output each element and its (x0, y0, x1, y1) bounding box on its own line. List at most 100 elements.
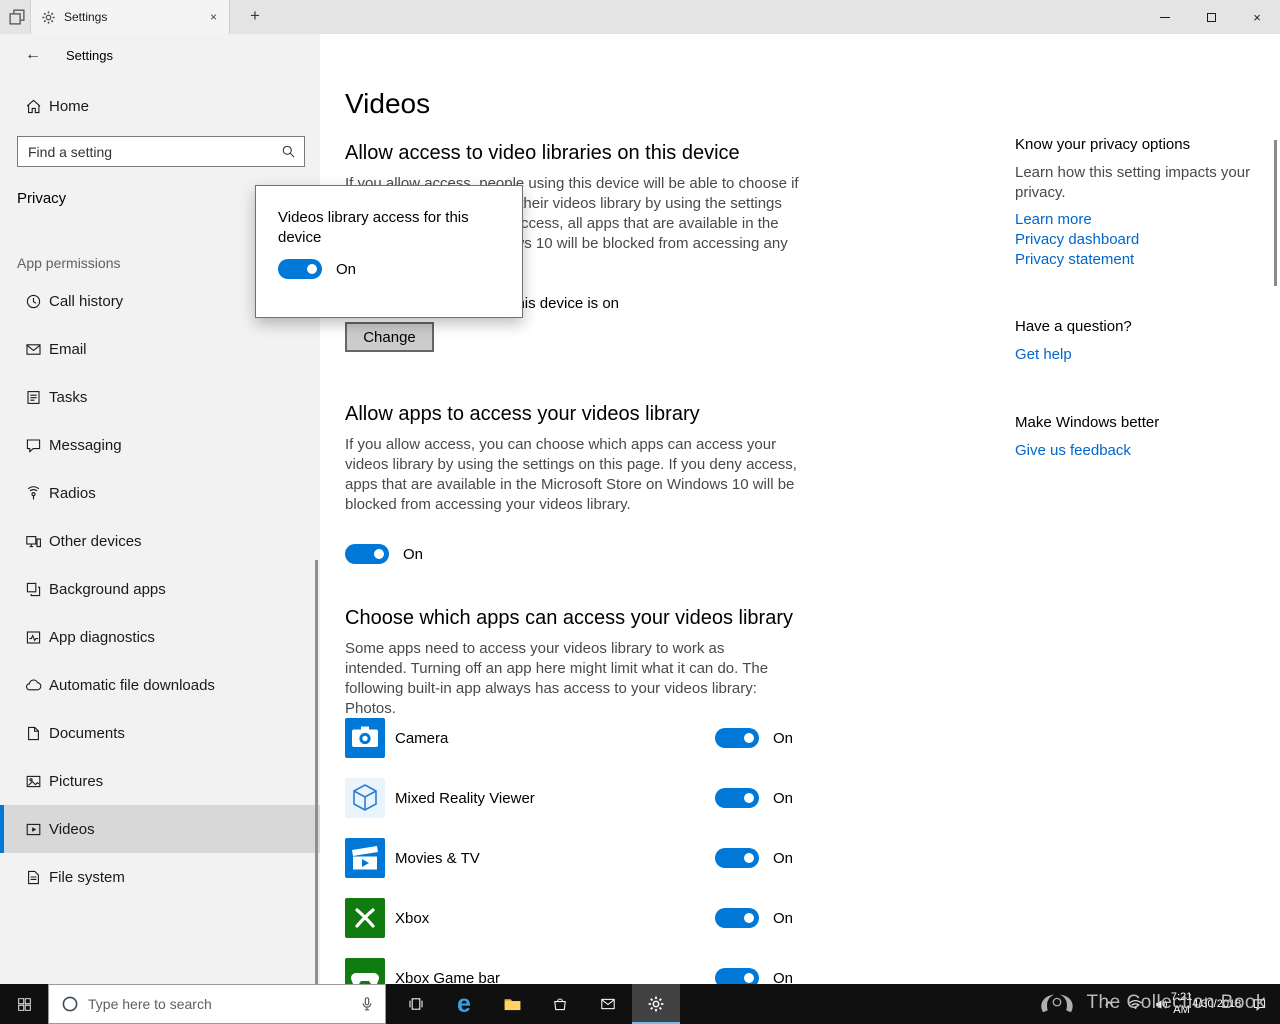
taskbar-apps: e (392, 984, 680, 1024)
camera-toggle-label: On (773, 729, 794, 747)
sidebar-item-file-system[interactable]: File system (0, 853, 320, 901)
sidebar-item-label: Email (49, 340, 87, 358)
page-title: Videos (345, 88, 431, 119)
videos-library-access-toggle[interactable] (278, 259, 322, 279)
sidebar-item-automatic-file-downloads[interactable]: Automatic file downloads (0, 661, 320, 709)
sidebar-item-label: Pictures (49, 772, 104, 790)
sidebar-item-other-devices[interactable]: Other devices (0, 517, 320, 565)
file-system-icon (28, 870, 39, 884)
xbox-toggle[interactable] (715, 908, 759, 928)
tab-settings[interactable]: Settings × (30, 0, 230, 34)
previous-tabs-icon[interactable] (7, 7, 27, 27)
sidebar-item-messaging[interactable]: Messaging (0, 421, 320, 469)
window-controls: × (1142, 0, 1280, 34)
movies-tv-toggle-row: On (715, 848, 793, 868)
sidebar-item-tasks[interactable]: Tasks (0, 373, 320, 421)
main-content: Videos Allow access to video libraries o… (320, 34, 1280, 998)
mail-button[interactable] (584, 984, 632, 1024)
maximize-button[interactable] (1188, 0, 1234, 34)
sidebar-item-documents[interactable]: Documents (0, 709, 320, 757)
app-title: Settings (66, 47, 113, 63)
app-header: ← Settings (25, 46, 113, 64)
settings-app: ← Settings Home Privacy App permissions … (0, 34, 1280, 998)
apps-access-toggle[interactable] (345, 544, 389, 564)
file-explorer-icon (504, 998, 520, 1010)
store-button[interactable] (536, 984, 584, 1024)
sidebar-item-label: File system (49, 868, 125, 886)
edge-icon: e (457, 989, 471, 1018)
sidebar-item-radios[interactable]: Radios (0, 469, 320, 517)
settings-search-input[interactable] (18, 137, 304, 166)
get-help-link[interactable]: Get help (1015, 346, 1072, 363)
sidebar-item-videos[interactable]: Videos (0, 805, 320, 853)
change-button[interactable]: Change (345, 322, 434, 352)
minimize-button[interactable] (1142, 0, 1188, 34)
start-button[interactable] (0, 984, 48, 1024)
app-name: Mixed Reality Viewer (395, 789, 535, 807)
email-icon (26, 343, 41, 355)
mixed-reality-viewer-app-icon (345, 778, 385, 818)
privacy-dashboard-link[interactable]: Privacy dashboard (1015, 230, 1139, 250)
sidebar-item-label: Call history (49, 292, 124, 310)
sidebar-item-email[interactable]: Email (0, 325, 320, 373)
apps-access-heading: Allow apps to access your videos library (345, 403, 700, 425)
messaging-icon (26, 438, 41, 453)
learn-more-link[interactable]: Learn more (1015, 210, 1139, 230)
app-name: Xbox (395, 909, 430, 927)
documents-icon (28, 726, 39, 740)
app-row-movies-tv: Movies & TV On (345, 828, 825, 888)
file-explorer-button[interactable] (488, 984, 536, 1024)
edge-button[interactable]: e (440, 984, 488, 1024)
sidebar-item-background-apps[interactable]: Background apps (0, 565, 320, 613)
close-icon: × (1253, 9, 1261, 25)
apps-access-toggle-label: On (403, 545, 424, 563)
windows-logo-icon (17, 997, 31, 1011)
taskbar-search-input[interactable] (88, 996, 359, 1012)
xbox-toggle-row: On (715, 908, 793, 928)
task-view-icon (409, 998, 423, 1010)
main-scrollbar[interactable] (1274, 140, 1277, 286)
minimize-icon (1160, 16, 1170, 18)
privacy-options-title: Know your privacy options (1015, 136, 1191, 153)
camera-app-icon (345, 718, 385, 758)
radios-icon (27, 485, 40, 499)
mixed-reality-viewer-toggle[interactable] (715, 788, 759, 808)
sidebar-item-pictures[interactable]: Pictures (0, 757, 320, 805)
sidebar-nav: Call history Email Tasks Messaging Radio… (0, 277, 320, 901)
close-button[interactable]: × (1234, 0, 1280, 34)
settings-search (17, 136, 305, 167)
xbox-app-icon (345, 898, 385, 938)
mail-icon (601, 998, 615, 1010)
movies-tv-toggle[interactable] (715, 848, 759, 868)
back-button[interactable]: ← (25, 46, 41, 64)
new-tab-button[interactable]: + (240, 0, 270, 34)
tab-close-icon[interactable]: × (208, 10, 219, 24)
sidebar-item-app-diagnostics[interactable]: App diagnostics (0, 613, 320, 661)
choose-apps-body: Some apps need to access your videos lib… (345, 640, 769, 717)
sidebar-item-label: Background apps (49, 580, 166, 598)
give-feedback-link[interactable]: Give us feedback (1015, 442, 1131, 459)
camera-toggle[interactable] (715, 728, 759, 748)
flyout-toggle-label: On (336, 260, 357, 278)
sidebar-item-home[interactable]: Home (0, 86, 320, 126)
xbox-toggle-label: On (773, 909, 794, 927)
apps-access-body: If you allow access, you can choose whic… (345, 436, 797, 513)
apps-access-toggle-row: On (345, 544, 423, 564)
taskbar-search[interactable] (48, 984, 386, 1024)
videos-icon (26, 823, 41, 835)
home-icon (26, 99, 41, 113)
background-apps-icon (26, 582, 41, 596)
titlebar: Settings × + × (0, 0, 1280, 34)
task-view-button[interactable] (392, 984, 440, 1024)
pictures-icon (26, 775, 41, 787)
settings-taskbar-button[interactable] (632, 984, 680, 1024)
sidebar-group-title: App permissions (17, 255, 121, 271)
windows-settings-screen: Settings × + × ← Settings Home P (0, 0, 1280, 1024)
sidebar-scrollbar[interactable] (315, 560, 318, 984)
sidebar-item-label: Documents (49, 724, 125, 742)
app-row-xbox: Xbox On (345, 888, 825, 948)
store-icon (554, 998, 566, 1011)
sidebar-item-label: Messaging (49, 436, 122, 454)
privacy-statement-link[interactable]: Privacy statement (1015, 250, 1139, 270)
other-devices-icon (26, 535, 41, 547)
